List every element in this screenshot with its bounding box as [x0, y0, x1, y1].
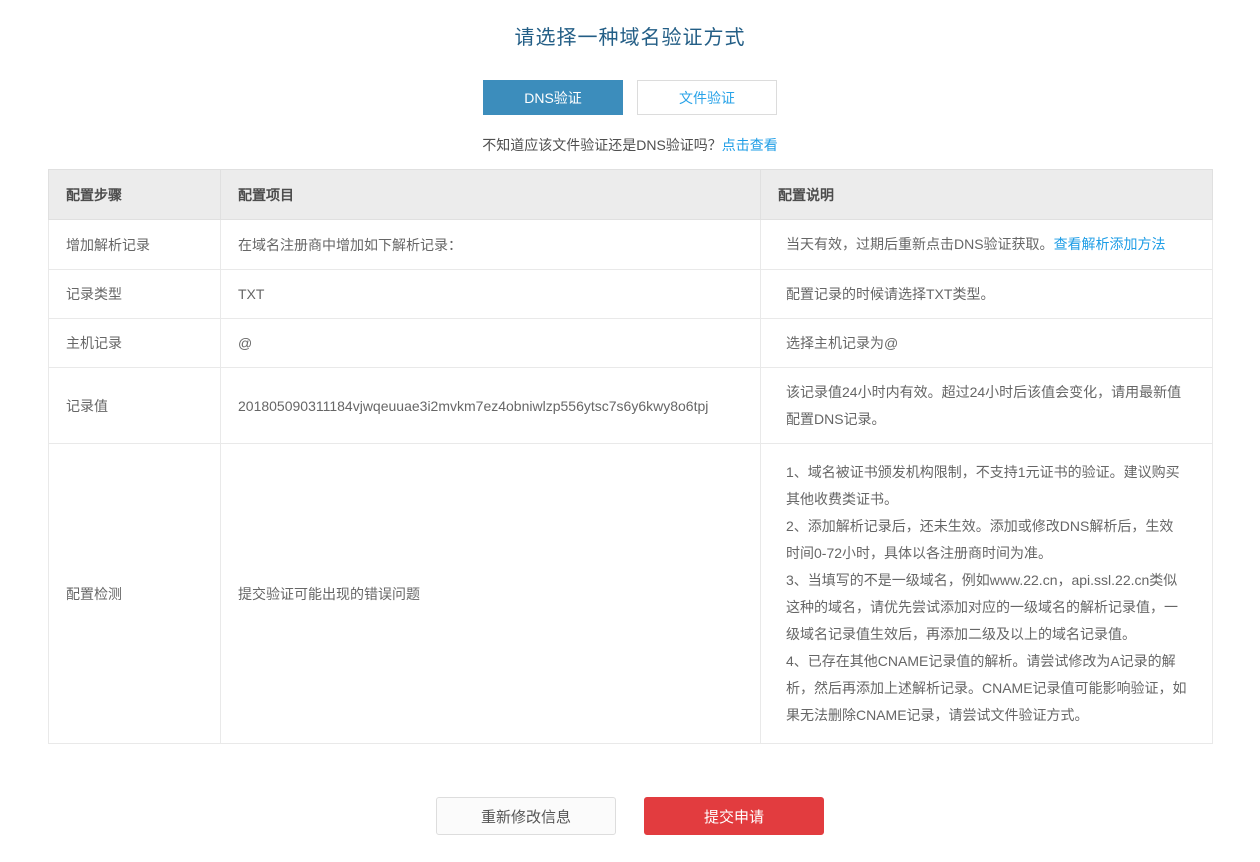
- row-step-label: 增加解析记录: [49, 220, 221, 270]
- row-desc-text: 配置记录的时候请选择TXT类型。: [786, 286, 994, 302]
- table-row: 主机记录 @ 选择主机记录为@: [49, 319, 1213, 368]
- footer-actions: 重新修改信息 提交申请: [0, 797, 1260, 862]
- verification-method-tabs: DNS验证 文件验证: [0, 80, 1260, 115]
- table-row: 配置检测 提交验证可能出现的错误问题 1、域名被证书颁发机构限制，不支持1元证书…: [49, 444, 1213, 744]
- dns-config-table: 配置步骤 配置项目 配置说明 增加解析记录 在域名注册商中增加如下解析记录： 当…: [48, 169, 1213, 744]
- modify-info-button[interactable]: 重新修改信息: [436, 797, 616, 835]
- hint-view-link[interactable]: 点击查看: [722, 137, 778, 153]
- row-item-value: @: [221, 319, 761, 368]
- table-header-row: 配置步骤 配置项目 配置说明: [49, 170, 1213, 220]
- row-item-value: TXT: [221, 270, 761, 319]
- tab-dns-verification[interactable]: DNS验证: [483, 80, 623, 115]
- hint-text: 不知道应该文件验证还是DNS验证吗？: [482, 137, 722, 153]
- column-header-desc: 配置说明: [761, 170, 1213, 220]
- row-desc: 该记录值24小时内有效。超过24小时后该值会变化，请用最新值配置DNS记录。: [761, 368, 1213, 444]
- row-step-label: 记录类型: [49, 270, 221, 319]
- txt-record-value: 201805090311184vjwqeuuae3i2mvkm7ez4obniw…: [221, 368, 761, 444]
- tab-file-verification[interactable]: 文件验证: [637, 80, 777, 115]
- row-item-value: 提交验证可能出现的错误问题: [221, 444, 761, 744]
- row-desc: 选择主机记录为@: [761, 319, 1213, 368]
- table-row: 记录类型 TXT 配置记录的时候请选择TXT类型。: [49, 270, 1213, 319]
- row-step-label: 记录值: [49, 368, 221, 444]
- error-notes: 1、域名被证书颁发机构限制，不支持1元证书的验证。建议购买其他收费类证书。 2、…: [761, 444, 1213, 744]
- row-desc-text: 选择主机记录为@: [786, 335, 898, 351]
- error-note-4: 4、已存在其他CNAME记录值的解析。请尝试修改为A记录的解析，然后再添加上述解…: [786, 648, 1187, 729]
- view-dns-howto-link[interactable]: 查看解析添加方法: [1054, 236, 1166, 252]
- submit-application-button[interactable]: 提交申请: [644, 797, 824, 835]
- error-note-1: 1、域名被证书颁发机构限制，不支持1元证书的验证。建议购买其他收费类证书。: [786, 459, 1187, 513]
- column-header-step: 配置步骤: [49, 170, 221, 220]
- row-step-label: 配置检测: [49, 444, 221, 744]
- row-desc-text: 当天有效，过期后重新点击DNS验证获取。: [786, 236, 1054, 252]
- table-row: 记录值 201805090311184vjwqeuuae3i2mvkm7ez4o…: [49, 368, 1213, 444]
- row-desc: 配置记录的时候请选择TXT类型。: [761, 270, 1213, 319]
- verification-hint: 不知道应该文件验证还是DNS验证吗？点击查看: [0, 135, 1260, 155]
- row-desc: 当天有效，过期后重新点击DNS验证获取。查看解析添加方法: [761, 220, 1213, 270]
- error-note-2: 2、添加解析记录后，还未生效。添加或修改DNS解析后，生效时间0-72小时，具体…: [786, 513, 1187, 567]
- row-item-value: 在域名注册商中增加如下解析记录：: [221, 220, 761, 270]
- table-row: 增加解析记录 在域名注册商中增加如下解析记录： 当天有效，过期后重新点击DNS验…: [49, 220, 1213, 270]
- domain-verification-page: 请选择一种域名验证方式 DNS验证 文件验证 不知道应该文件验证还是DNS验证吗…: [0, 0, 1260, 862]
- error-note-3: 3、当填写的不是一级域名，例如www.22.cn，api.ssl.22.cn类似…: [786, 567, 1187, 648]
- page-title: 请选择一种域名验证方式: [0, 24, 1260, 52]
- row-desc-text: 该记录值24小时内有效。超过24小时后该值会变化，请用最新值配置DNS记录。: [786, 384, 1181, 427]
- column-header-item: 配置项目: [221, 170, 761, 220]
- row-step-label: 主机记录: [49, 319, 221, 368]
